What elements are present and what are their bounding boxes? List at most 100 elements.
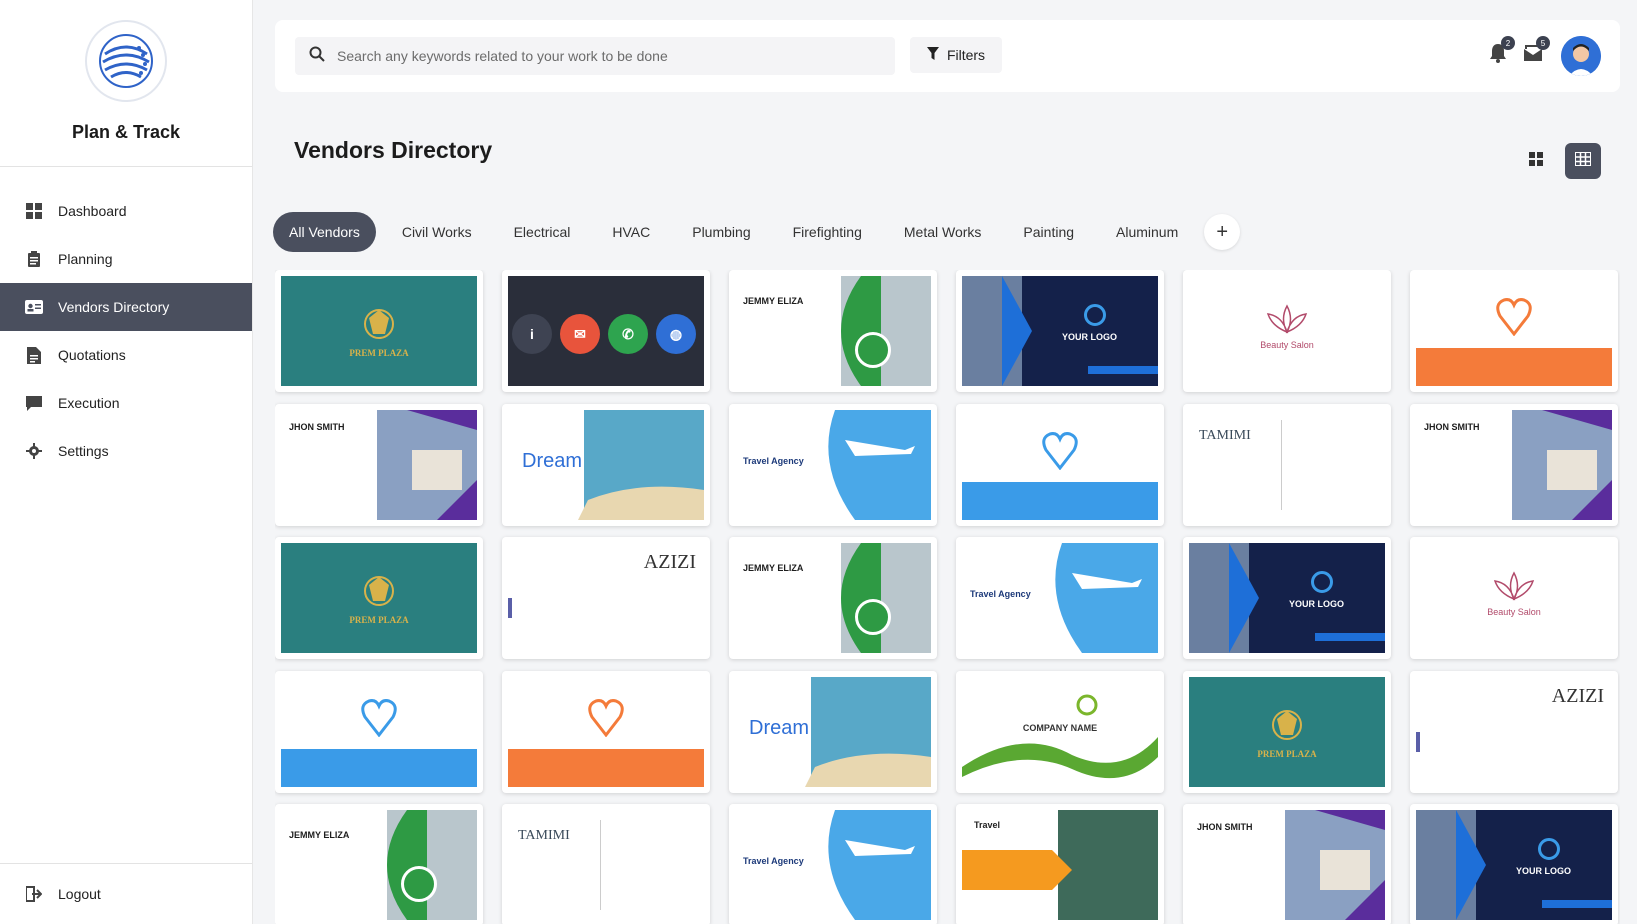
vendor-card[interactable]: Travel Agency (729, 403, 937, 526)
vendor-card[interactable] (502, 670, 710, 793)
vendor-card[interactable]: Beauty Salon (1410, 537, 1618, 659)
tab-all-vendors[interactable]: All Vendors (273, 212, 376, 252)
plus-icon: + (1216, 220, 1229, 243)
vendor-card-grid: PREM PLAZA i ✉ ✆ ◍ JEMMY ELIZA YOUR LOGO Be… (275, 270, 1620, 924)
id-card-icon (24, 297, 44, 317)
card-label: TAMIMI (518, 828, 570, 843)
card-label: AZIZI (643, 551, 696, 573)
card-label: YOUR LOGO (1062, 332, 1118, 342)
grid-view-button[interactable] (1518, 143, 1554, 179)
message-badge: 5 (1536, 36, 1550, 50)
vendor-card[interactable]: Beauty Salon (1183, 270, 1391, 392)
card-label: Travel Agency (743, 856, 804, 866)
messages-button[interactable]: 5 (1520, 36, 1550, 68)
gear-icon (24, 441, 44, 461)
table-view-button[interactable] (1565, 143, 1601, 179)
sidebar-item-quotations[interactable]: Quotations (0, 331, 252, 379)
tab-hvac[interactable]: HVAC (596, 212, 666, 252)
vendor-card[interactable]: Travel Agency (956, 537, 1164, 659)
sidebar: Plan & Track Dashboard Planning Vendors … (0, 0, 253, 924)
info-icon[interactable]: i (512, 314, 552, 354)
logout-button[interactable]: Logout (0, 864, 252, 924)
vendor-card[interactable]: JHON SMITH (1410, 403, 1618, 526)
vendor-card[interactable]: JEMMY ELIZA (729, 537, 937, 659)
sidebar-item-label: Execution (58, 395, 120, 411)
search-input[interactable] (337, 48, 877, 64)
user-avatar[interactable] (1561, 36, 1601, 76)
grid-icon (1529, 151, 1543, 171)
card-label: PREM PLAZA (1257, 748, 1317, 759)
mail-icon[interactable]: ✉ (560, 314, 600, 354)
notifications-button[interactable]: 2 (1485, 36, 1515, 68)
card-label: JHON SMITH (289, 421, 345, 432)
vendor-card[interactable]: AZIZI (1410, 670, 1618, 793)
vendor-card[interactable]: PREM PLAZA (275, 270, 483, 392)
tab-firefighting[interactable]: Firefighting (777, 212, 878, 252)
vendor-card[interactable] (1410, 270, 1618, 392)
vendor-card[interactable]: Dream (729, 670, 937, 793)
tab-plumbing[interactable]: Plumbing (676, 212, 766, 252)
page-title: Vendors Directory (294, 137, 493, 163)
vendor-card[interactable]: JHON SMITH (275, 403, 483, 526)
chat-icon (24, 393, 44, 413)
tab-metal-works[interactable]: Metal Works (888, 212, 998, 252)
card-label: Travel Agency (970, 589, 1031, 599)
logout-label: Logout (58, 886, 101, 902)
sidebar-item-dashboard[interactable]: Dashboard (0, 187, 252, 235)
card-label: Beauty Salon (1260, 340, 1314, 350)
filters-button[interactable]: Filters (910, 37, 1002, 73)
sidebar-item-execution[interactable]: Execution (0, 379, 252, 427)
sidebar-item-vendors-directory[interactable]: Vendors Directory (0, 283, 252, 331)
card-label: Travel (974, 820, 1001, 830)
clipboard-icon (24, 249, 44, 269)
vendor-card[interactable]: PREM PLAZA (1183, 670, 1391, 793)
tab-painting[interactable]: Painting (1007, 212, 1090, 252)
vendor-card[interactable]: JEMMY ELIZA (729, 270, 937, 392)
sidebar-item-label: Planning (58, 251, 113, 267)
vendor-card[interactable]: YOUR LOGO (956, 270, 1164, 392)
vendor-card[interactable]: i ✉ ✆ ◍ (502, 270, 710, 392)
tab-civil-works[interactable]: Civil Works (386, 212, 488, 252)
vendor-card[interactable]: JHON SMITH (1183, 804, 1391, 924)
topbar: Filters 2 5 (275, 20, 1620, 92)
brand: Plan & Track (0, 0, 252, 167)
tab-electrical[interactable]: Electrical (498, 212, 587, 252)
vendor-card[interactable]: COMPANY NAME (956, 670, 1164, 793)
sidebar-item-label: Vendors Directory (58, 299, 170, 315)
add-category-button[interactable]: + (1204, 214, 1241, 250)
notification-badge: 2 (1501, 36, 1515, 50)
app-logo[interactable] (85, 20, 167, 102)
vendor-card[interactable]: TAMIMI (1183, 403, 1391, 526)
sidebar-nav: Dashboard Planning Vendors Directory Quo… (0, 187, 252, 475)
vendor-card[interactable] (275, 670, 483, 793)
category-tabs: All Vendors Civil Works Electrical HVAC … (273, 212, 1241, 252)
tab-aluminum[interactable]: Aluminum (1100, 212, 1194, 252)
filter-icon (926, 47, 939, 63)
vendor-card[interactable] (956, 403, 1164, 526)
card-label: AZIZI (1551, 684, 1604, 707)
vendor-card[interactable]: Travel (956, 804, 1164, 924)
globe-icon[interactable]: ◍ (656, 314, 696, 354)
card-label: COMPANY NAME (1022, 722, 1098, 733)
vendor-card[interactable]: YOUR LOGO (1183, 537, 1391, 659)
card-label: Dream (749, 716, 810, 739)
app-name: Plan & Track (71, 122, 181, 142)
vendor-card[interactable]: TAMIMI (502, 804, 710, 924)
card-label: YOUR LOGO (1289, 599, 1345, 609)
card-label: PREM PLAZA (349, 615, 409, 625)
sidebar-item-label: Settings (58, 443, 109, 459)
vendor-card[interactable]: Travel Agency (729, 804, 937, 924)
whatsapp-icon[interactable]: ✆ (608, 314, 648, 354)
search-icon (309, 46, 325, 67)
vendor-card[interactable]: JEMMY ELIZA (275, 804, 483, 924)
dashboard-icon (24, 201, 44, 221)
logout-section: Logout (0, 863, 252, 924)
vendor-card[interactable]: YOUR LOGO (1410, 804, 1618, 924)
vendor-card[interactable]: AZIZI (502, 537, 710, 659)
sidebar-item-settings[interactable]: Settings (0, 427, 252, 475)
vendor-card[interactable]: PREM PLAZA (275, 537, 483, 659)
search-bar[interactable] (295, 37, 895, 75)
sidebar-item-planning[interactable]: Planning (0, 235, 252, 283)
card-label: PREM PLAZA (349, 348, 409, 358)
vendor-card[interactable]: Dream (502, 403, 710, 526)
